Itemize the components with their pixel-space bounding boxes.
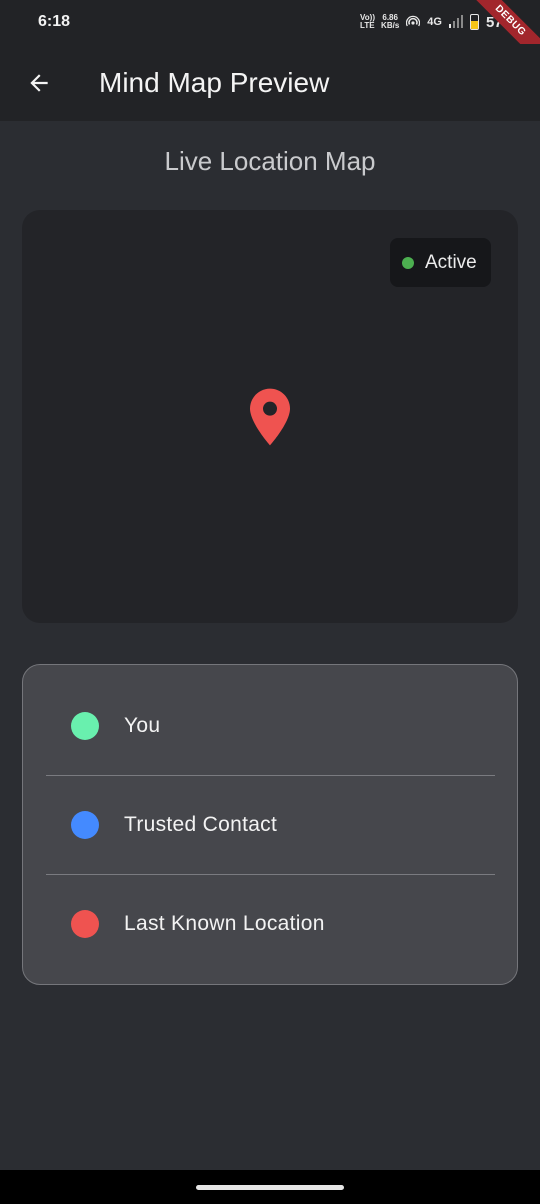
- section-title: Live Location Map: [164, 146, 376, 176]
- network-speed: 6.86 KB/s: [381, 14, 399, 30]
- volte-indicator: Vo)) LTE: [360, 13, 376, 30]
- legend-item-you: You: [23, 676, 519, 775]
- battery-fill: [470, 21, 478, 29]
- status-badge: Active: [390, 238, 491, 287]
- legend-label-you: You: [124, 713, 161, 737]
- system-nav-bar: [0, 1170, 540, 1204]
- location-pin-icon[interactable]: [250, 388, 290, 451]
- home-gesture-handle[interactable]: [196, 1185, 344, 1190]
- app-bar: Mind Map Preview: [0, 44, 540, 121]
- battery-icon: [469, 14, 479, 30]
- network-type: 4G: [427, 16, 442, 28]
- legend-label-last-known-location: Last Known Location: [124, 911, 325, 935]
- status-bar: 6:18 Vo)) LTE 6.86 KB/s 4G 57%: [0, 0, 540, 44]
- legend-dot-trusted-contact: [71, 810, 99, 839]
- status-label: Active: [425, 251, 477, 273]
- hotspot-icon: [406, 14, 421, 31]
- back-button[interactable]: [9, 53, 69, 113]
- legend-label-trusted-contact: Trusted Contact: [124, 812, 278, 836]
- legend-item-last-known-location: Last Known Location: [23, 874, 519, 973]
- arrow-back-icon: [30, 73, 48, 92]
- status-dot: [402, 256, 414, 269]
- legend-dot-you: [71, 711, 99, 740]
- page-title: Mind Map Preview: [99, 66, 330, 98]
- network-speed-unit: KB/s: [381, 21, 400, 30]
- status-time: 6:18: [38, 13, 71, 30]
- legend-card: You Trusted Contact Last Known Location: [22, 664, 518, 985]
- legend-dot-last-known-location: [71, 909, 99, 938]
- signal-icon: [448, 14, 463, 31]
- legend-item-trusted-contact: Trusted Contact: [23, 775, 519, 874]
- map-card[interactable]: Active: [22, 210, 518, 623]
